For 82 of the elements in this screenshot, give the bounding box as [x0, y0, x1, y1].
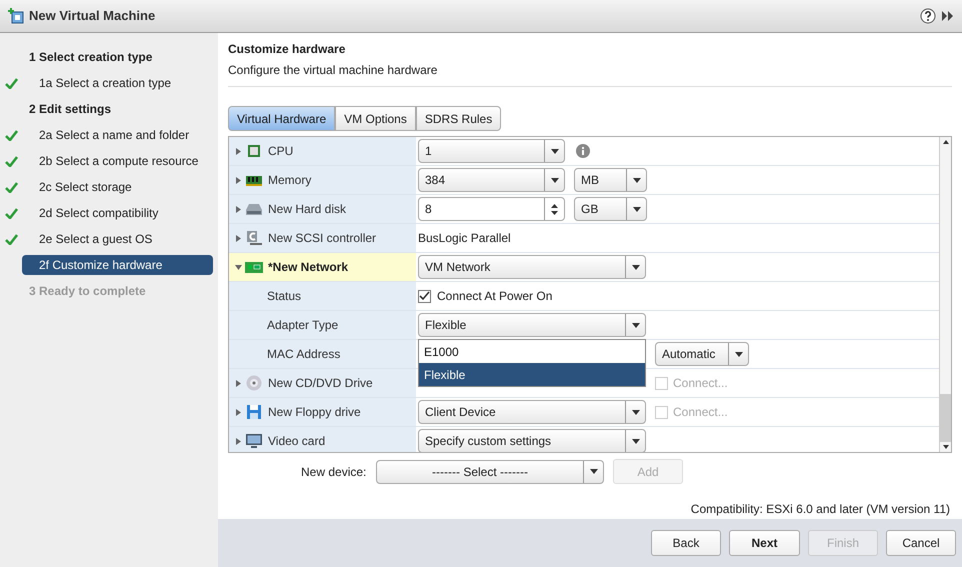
expand-arrow-icon[interactable]	[235, 148, 242, 154]
monitor-icon	[246, 434, 262, 448]
scrollbar[interactable]	[939, 137, 951, 452]
footer-button[interactable]: Next	[729, 530, 800, 556]
spin-up-icon[interactable]	[551, 204, 558, 208]
caret-icon	[632, 206, 640, 212]
property-label: MAC Address	[267, 346, 340, 363]
disc-icon	[246, 375, 262, 391]
caret-icon	[590, 469, 598, 474]
caret-icon	[632, 410, 640, 414]
property-label: Adapter Type	[267, 317, 338, 334]
wizard-step[interactable]: 1 Select creation type	[22, 47, 213, 67]
caret-icon	[632, 322, 640, 328]
wizard-step[interactable]: 1a Select a creation type	[22, 73, 213, 93]
checkbox-label: Connect At Power On	[437, 288, 552, 305]
expand-arrow-icon[interactable]	[235, 380, 242, 386]
select-field[interactable]: VM Network	[418, 255, 646, 279]
caret-icon	[632, 264, 640, 270]
device-label: CPU	[268, 143, 294, 160]
spin-down-icon[interactable]	[551, 210, 558, 214]
combo-field[interactable]: 1	[418, 139, 565, 163]
tab[interactable]: SDRS Rules	[416, 106, 502, 131]
checkbox-label: Connect...	[673, 375, 728, 392]
memory-icon	[246, 174, 262, 186]
collapse-arrow-icon[interactable]	[235, 264, 242, 270]
expand-arrow-icon[interactable]	[235, 234, 242, 242]
tab[interactable]: Virtual Hardware	[228, 106, 336, 131]
spinner-field[interactable]: 8	[418, 197, 565, 221]
wizard-step[interactable]: 2e Select a guest OS	[22, 229, 213, 249]
tab[interactable]: VM Options	[335, 106, 416, 131]
caret-icon	[734, 352, 742, 356]
network-card-icon	[245, 260, 263, 274]
caret-icon	[550, 178, 558, 182]
unit-select[interactable]: Automatic	[655, 342, 749, 366]
device-label: New Hard disk	[268, 201, 346, 218]
unit-select[interactable]: GB	[574, 197, 647, 221]
help-icon[interactable]	[920, 8, 936, 24]
floppy-icon	[247, 405, 261, 419]
wizard-step[interactable]: 2a Select a name and folder	[22, 125, 213, 145]
combo-field[interactable]: 384	[418, 168, 565, 192]
footer-button[interactable]: Cancel	[886, 530, 956, 556]
chip-icon	[247, 144, 261, 158]
select-field[interactable]: Client Device	[418, 400, 646, 424]
property-label: Status	[267, 288, 302, 305]
virtual-machine-icon	[8, 8, 24, 24]
expand-icon[interactable]	[942, 11, 954, 21]
controller-icon	[246, 230, 262, 246]
expand-arrow-icon[interactable]	[235, 206, 242, 212]
page-title: Customize hardware	[228, 41, 346, 58]
wizard-step[interactable]: 2b Select a compute resource	[22, 151, 213, 171]
value-text: BusLogic Parallel	[418, 230, 511, 247]
wizard-step[interactable]: 2d Select compatibility	[22, 203, 213, 223]
caret-icon	[632, 438, 640, 444]
dropdown-option[interactable]: Flexible	[419, 363, 645, 386]
wizard-step[interactable]: 2c Select storage	[22, 177, 213, 197]
page-subtitle: Configure the virtual machine hardware	[228, 62, 438, 79]
scroll-thumb[interactable]	[940, 394, 951, 442]
device-label: Video card	[268, 433, 326, 450]
expand-arrow-icon[interactable]	[235, 438, 242, 444]
select-field[interactable]: Specify custom settings	[418, 429, 646, 452]
device-label: New CD/DVD Drive	[268, 375, 373, 392]
device-label: Memory	[268, 172, 312, 189]
info-icon[interactable]	[576, 144, 590, 158]
checkbox[interactable]	[418, 290, 431, 302]
expand-arrow-icon[interactable]	[235, 176, 242, 184]
new-device-select[interactable]: ------- Select -------	[376, 460, 604, 484]
select-field[interactable]: Flexible	[418, 313, 646, 337]
checkbox-label: Connect...	[673, 404, 728, 421]
device-label: *New Network	[268, 259, 348, 276]
unit-select[interactable]: MB	[574, 168, 647, 192]
caret-icon	[550, 148, 558, 154]
caret-icon	[632, 178, 640, 182]
dropdown-option[interactable]: E1000	[419, 340, 645, 363]
compatibility-text: Compatibility: ESXi 6.0 and later (VM version 11)	[690, 501, 950, 518]
wizard-step[interactable]: 2f Customize hardware	[22, 255, 213, 275]
footer-button[interactable]: Back	[651, 530, 721, 556]
device-label: New Floppy drive	[268, 404, 361, 421]
new-device-label: New device:	[301, 464, 368, 480]
window-title: New Virtual Machine	[29, 7, 156, 26]
expand-arrow-icon[interactable]	[235, 408, 242, 416]
wizard-step[interactable]: 2 Edit settings	[22, 99, 213, 119]
device-label: New SCSI controller	[268, 230, 376, 247]
